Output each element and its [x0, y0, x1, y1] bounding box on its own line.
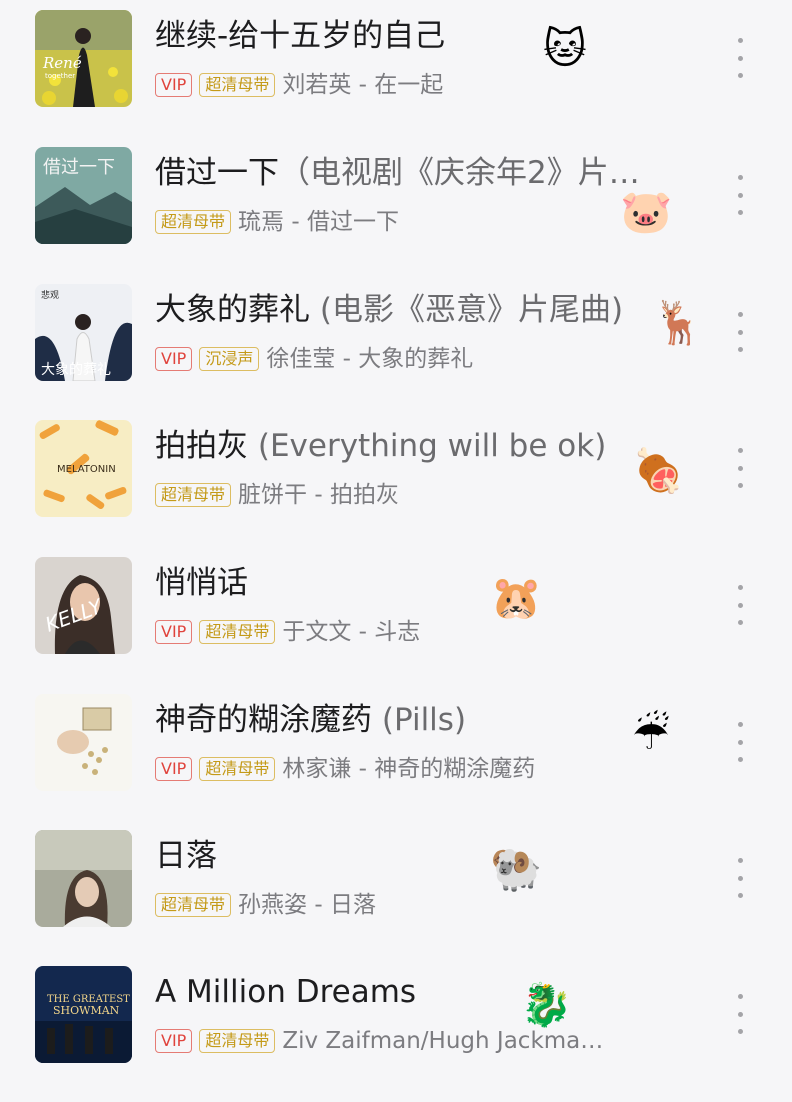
song-meta: VIP 沉浸声 徐佳莹 - 大象的葬礼: [155, 344, 675, 374]
separator: -: [351, 756, 375, 782]
song-title: 悄悄话: [155, 565, 248, 601]
vip-badge: VIP: [155, 73, 193, 97]
song-meta: VIP 超清母带 林家谦 - 神奇的糊涂魔药: [155, 754, 675, 784]
deer-icon: 🦌: [652, 298, 705, 347]
separator: -: [335, 346, 359, 372]
vip-badge: VIP: [155, 347, 193, 371]
vip-badge: VIP: [155, 1029, 193, 1053]
song-row[interactable]: 悲观 大象的葬礼 大象的葬礼 (电影《恶意》片尾曲) VIP 沉浸声 徐佳莹 -…: [0, 284, 792, 420]
quality-badge: 超清母带: [199, 620, 276, 644]
more-options-icon[interactable]: [730, 722, 750, 762]
more-options-icon[interactable]: [730, 448, 750, 488]
separator: -: [351, 619, 375, 645]
album-cover[interactable]: [35, 830, 132, 927]
song-row[interactable]: 神奇的糊涂魔药 (Pills) VIP 超清母带 林家谦 - 神奇的糊涂魔药 ☔: [0, 694, 792, 830]
umbrella-rain-icon: ☔: [632, 710, 670, 759]
artist-name: 刘若英: [282, 72, 352, 98]
song-meta: 超清母带 琉焉 - 借过一下: [155, 207, 675, 237]
artist-name: 徐佳莹: [266, 346, 336, 372]
meat-icon: 🍖: [632, 446, 685, 495]
song-title: 大象的葬礼 (电影《恶意》片尾曲): [155, 292, 624, 328]
quality-badge: 超清母带: [199, 757, 276, 781]
song-row[interactable]: 日落 超清母带 孙燕姿 - 日落 🐏: [0, 830, 792, 966]
quality-badge: 超清母带: [199, 1029, 276, 1053]
quality-badge: 超清母带: [155, 893, 232, 917]
cover-text: SHOWMAN: [53, 1004, 120, 1017]
song-row[interactable]: THE GREATEST SHOWMAN A Million Dreams VI…: [0, 966, 792, 1102]
cover-text: 大象的葬礼: [41, 362, 111, 378]
artist-name: 林家谦: [282, 756, 352, 782]
album-name: 在一起: [374, 72, 444, 98]
more-options-icon[interactable]: [730, 175, 750, 215]
cat-icon: 🐱: [543, 24, 587, 73]
cover-text: together: [45, 72, 75, 80]
artist-name: Ziv Zaifman/Hugh Jackma…: [282, 1028, 604, 1054]
more-options-icon[interactable]: [730, 38, 750, 78]
artist-name: 孙燕姿: [238, 892, 308, 918]
quality-badge: 超清母带: [155, 483, 232, 507]
more-options-icon[interactable]: [730, 312, 750, 352]
separator: -: [284, 209, 307, 235]
ram-icon: 🐏: [490, 844, 543, 893]
song-title: 神奇的糊涂魔药 (Pills): [155, 702, 467, 738]
separator: -: [307, 892, 330, 918]
album-cover[interactable]: 悲观 大象的葬礼: [35, 284, 132, 381]
quality-badge: 超清母带: [199, 73, 276, 97]
cover-text: René: [42, 54, 82, 72]
song-meta: VIP 超清母带 刘若英 - 在一起: [155, 70, 675, 100]
separator: -: [307, 482, 330, 508]
song-row[interactable]: MELATONIN 拍拍灰 (Everything will be ok) 超清…: [0, 420, 792, 556]
song-meta: 超清母带 孙燕姿 - 日落: [155, 890, 675, 920]
album-name: 日落: [329, 892, 376, 918]
hamster-icon: 🐹: [490, 573, 543, 622]
song-row[interactable]: 借过一下 借过一下（电视剧《庆余年2》片… 超清母带 琉焉 - 借过一下 🐷: [0, 147, 792, 283]
artist-name: 琉焉: [238, 209, 285, 235]
album-name: 借过一下: [306, 209, 399, 235]
quality-badge: 超清母带: [155, 210, 232, 234]
album-cover[interactable]: 借过一下: [35, 147, 132, 244]
separator: -: [351, 72, 375, 98]
cover-text: MELATONIN: [57, 464, 116, 475]
artist-name: 脏饼干: [238, 482, 308, 508]
song-meta: VIP 超清母带 于文文 - 斗志: [155, 617, 675, 647]
song-meta: VIP 超清母带 Ziv Zaifman/Hugh Jackma…: [155, 1026, 675, 1056]
song-row[interactable]: René together 继续-给十五岁的自己 VIP 超清母带 刘若英 - …: [0, 10, 792, 146]
album-cover[interactable]: MELATONIN: [35, 420, 132, 517]
album-cover[interactable]: THE GREATEST SHOWMAN: [35, 966, 132, 1063]
song-title: 借过一下（电视剧《庆余年2》片…: [155, 155, 640, 191]
song-meta: 超清母带 脏饼干 - 拍拍灰: [155, 480, 675, 510]
song-list: René together 继续-给十五岁的自己 VIP 超清母带 刘若英 - …: [0, 0, 792, 1080]
song-row[interactable]: KELLY 悄悄话 VIP 超清母带 于文文 - 斗志 🐹: [0, 557, 792, 693]
more-options-icon[interactable]: [730, 994, 750, 1034]
more-options-icon[interactable]: [730, 585, 750, 625]
dragon-icon: 🐉: [520, 980, 573, 1029]
album-cover[interactable]: KELLY: [35, 557, 132, 654]
song-title: 继续-给十五岁的自己: [155, 18, 446, 54]
pig-icon: 🐷: [620, 187, 673, 236]
album-name: 拍拍灰: [329, 482, 399, 508]
vip-badge: VIP: [155, 757, 193, 781]
album-cover[interactable]: René together: [35, 10, 132, 107]
vip-badge: VIP: [155, 620, 193, 644]
album-name: 斗志: [374, 619, 421, 645]
more-options-icon[interactable]: [730, 858, 750, 898]
song-title: A Million Dreams: [155, 974, 417, 1010]
album-name: 神奇的糊涂魔药: [374, 756, 536, 782]
cover-text: 悲观: [41, 289, 59, 301]
artist-name: 于文文: [282, 619, 352, 645]
album-name: 大象的葬礼: [358, 346, 474, 372]
album-cover[interactable]: [35, 694, 132, 791]
cover-text: 借过一下: [43, 157, 115, 178]
quality-badge: 沉浸声: [199, 347, 260, 371]
song-title: 拍拍灰 (Everything will be ok): [155, 428, 607, 464]
song-title: 日落: [155, 838, 217, 874]
